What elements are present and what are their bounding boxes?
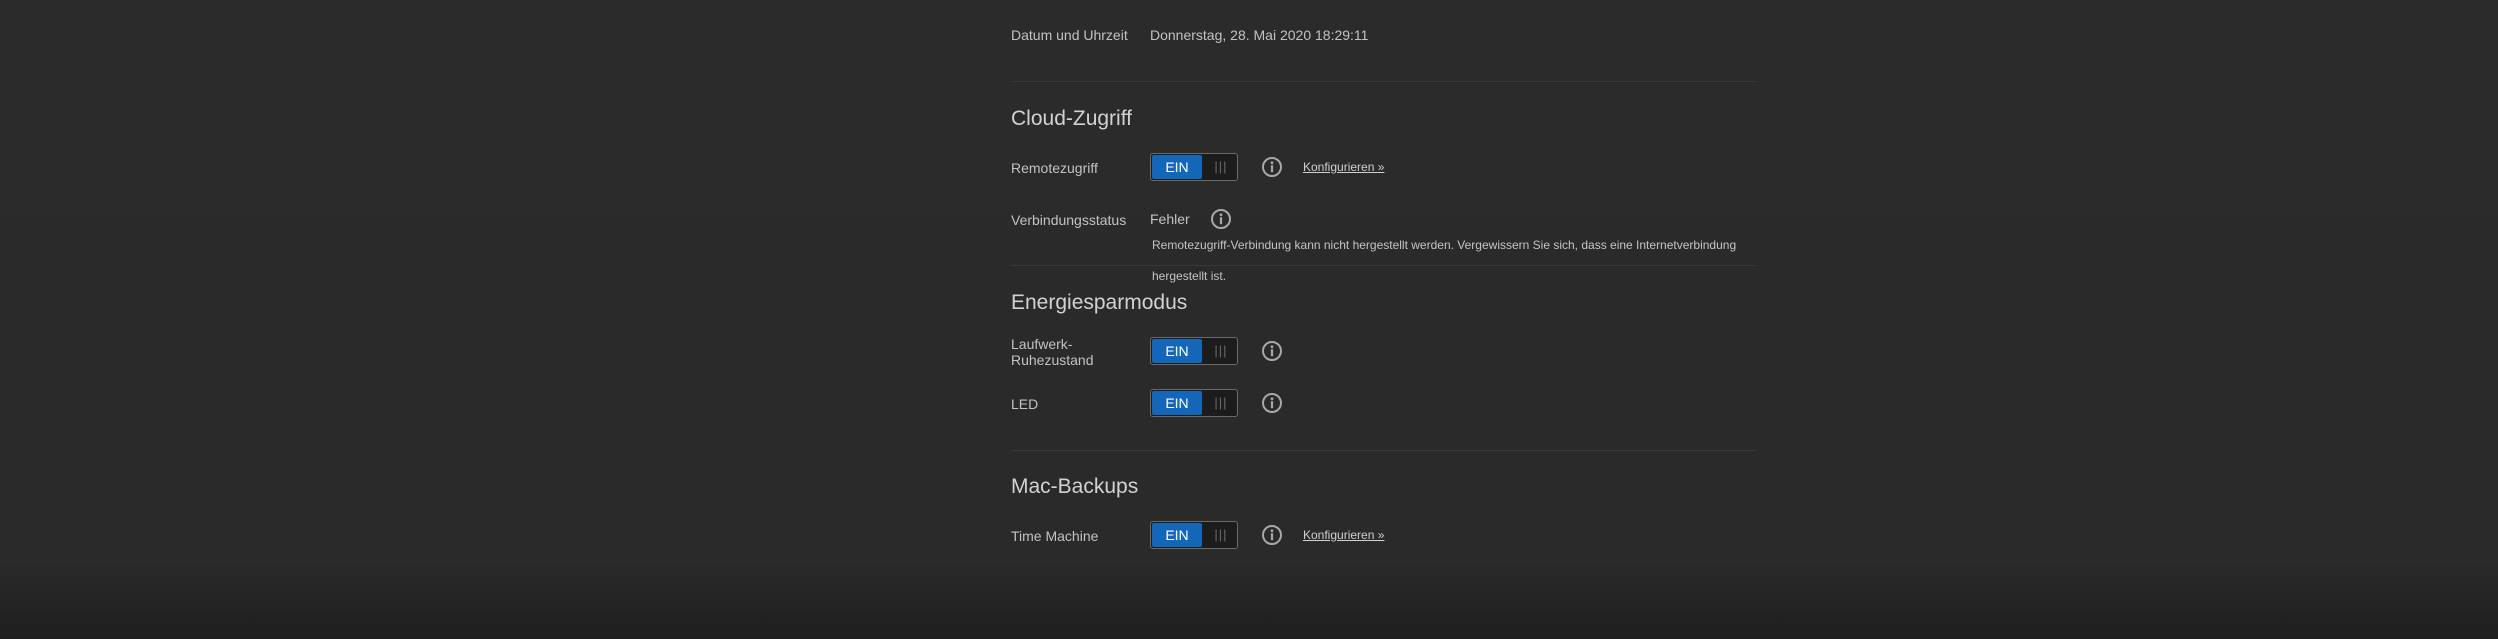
toggle-grip-icon: |||	[1214, 527, 1228, 542]
section-title-mac-backups: Mac-Backups	[1011, 475, 1139, 498]
connection-status-label: Verbindungsstatus	[1011, 212, 1127, 228]
remote-configure-link[interactable]: Konfigurieren »	[1303, 160, 1384, 174]
remote-access-toggle[interactable]: EIN |||	[1150, 153, 1238, 181]
info-icon[interactable]	[1210, 208, 1232, 230]
time-machine-toggle[interactable]: EIN |||	[1150, 521, 1238, 549]
time-machine-label: Time Machine	[1011, 528, 1099, 544]
info-icon[interactable]	[1261, 340, 1283, 362]
connection-error-message: Remotezugriff-Verbindung kann nicht herg…	[1152, 238, 1737, 283]
divider	[1011, 81, 1756, 82]
info-icon[interactable]	[1261, 392, 1283, 414]
connection-status-value: Fehler	[1150, 211, 1190, 227]
datetime-value: Donnerstag, 28. Mai 2020 18:29:11	[1150, 27, 1369, 43]
info-icon[interactable]	[1261, 524, 1283, 546]
toggle-grip-icon: |||	[1214, 343, 1228, 358]
drive-sleep-label-line2: Ruhezustand	[1011, 352, 1094, 368]
time-machine-configure-link[interactable]: Konfigurieren »	[1303, 528, 1384, 542]
section-title-cloud: Cloud-Zugriff	[1011, 107, 1132, 130]
drive-sleep-label: Laufwerk- Ruhezustand	[1011, 336, 1094, 368]
drive-sleep-toggle[interactable]: EIN |||	[1150, 337, 1238, 365]
toggle-on-label: EIN	[1152, 155, 1202, 179]
settings-panel: Datum und Uhrzeit Donnerstag, 28. Mai 20…	[1011, 0, 1756, 639]
divider	[1011, 265, 1756, 266]
section-title-energy: Energiesparmodus	[1011, 291, 1188, 314]
toggle-on-label: EIN	[1152, 391, 1202, 415]
divider	[1011, 450, 1756, 451]
led-toggle[interactable]: EIN |||	[1150, 389, 1238, 417]
info-icon[interactable]	[1261, 156, 1283, 178]
toggle-grip-icon: |||	[1214, 395, 1228, 410]
toggle-grip-icon: |||	[1214, 159, 1228, 174]
toggle-on-label: EIN	[1152, 339, 1202, 363]
remote-access-label: Remotezugriff	[1011, 160, 1098, 176]
toggle-on-label: EIN	[1152, 523, 1202, 547]
led-label: LED	[1011, 396, 1039, 412]
drive-sleep-label-line1: Laufwerk-	[1011, 336, 1073, 352]
datetime-label: Datum und Uhrzeit	[1011, 27, 1128, 43]
